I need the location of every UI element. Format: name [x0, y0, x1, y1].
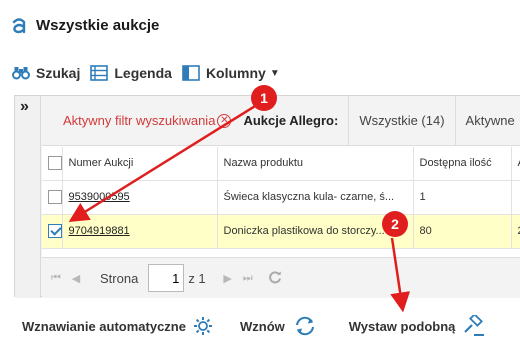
available-qty-cell: 1 — [413, 180, 512, 215]
last-page-icon[interactable]: ⏭ — [242, 272, 254, 285]
table-row-selected[interactable]: 9704919881 Doniczka plastikowa do storcz… — [42, 214, 520, 249]
row-checkbox-checked[interactable] — [48, 224, 61, 238]
auto-renew-label: Wznawianie automatyczne — [22, 318, 186, 334]
auctions-table: Numer Aukcji Nazwa produktu Dostępna ilo… — [42, 147, 520, 249]
filter-bar: Aktywny filtr wyszukiwania ✕ Aukcje Alle… — [42, 96, 520, 146]
title-bar: Wszystkie aukcje — [0, 0, 520, 50]
table-header-row: Numer Aukcji Nazwa produktu Dostępna ilo… — [42, 147, 520, 181]
auction-number-cell: 9704919881 — [62, 214, 218, 249]
list-similar-button[interactable]: Wystaw podobną — [349, 315, 486, 337]
column-header-name[interactable]: Nazwa produktu — [217, 147, 414, 181]
active-filter-indicator[interactable]: Aktywny filtr wyszukiwania ✕ — [63, 113, 232, 128]
search-button[interactable]: Szukaj — [12, 65, 80, 81]
refresh-icon[interactable] — [268, 270, 282, 287]
select-all-cell — [42, 147, 63, 181]
tab-active[interactable]: Aktywne — [454, 96, 520, 146]
legend-label: Legenda — [114, 65, 172, 81]
legend-button[interactable]: Legenda — [90, 65, 172, 81]
allegro-auctions-label: Aukcje Allegro: — [243, 113, 339, 128]
gear-refresh-icon — [193, 317, 212, 335]
list-icon — [90, 65, 109, 81]
extra-cell — [511, 180, 520, 215]
toolbar: Szukaj Legenda Kolumny ▼ — [12, 62, 290, 84]
clear-filter-icon[interactable]: ✕ — [217, 113, 232, 128]
prev-page-icon[interactable]: ◀ — [70, 272, 82, 285]
select-all-checkbox[interactable] — [48, 156, 61, 171]
allegro-logo-icon — [12, 18, 26, 34]
column-header-extra[interactable]: A — [511, 147, 520, 181]
active-filter-label: Aktywny filtr wyszukiwania — [63, 113, 216, 128]
refresh-icon-svg — [268, 270, 281, 283]
auctions-grid: » Aktywny filtr wyszukiwania ✕ Aukcje Al… — [14, 95, 520, 298]
table-row[interactable]: 9539000595 Świeca klasyczna kula- czarne… — [42, 180, 520, 215]
sync-icon — [295, 316, 314, 336]
product-name-cell: Doniczka plastikowa do storczy... — [217, 214, 414, 249]
column-header-number[interactable]: Numer Aukcji — [62, 147, 218, 181]
grid-main: Aktywny filtr wyszukiwania ✕ Aukcje Alle… — [42, 96, 520, 298]
page-label: Strona — [100, 270, 139, 286]
gavel-icon — [464, 315, 485, 336]
available-qty-cell: 80 — [413, 214, 512, 249]
auction-number-cell: 9539000595 — [62, 180, 218, 215]
row-select-cell — [42, 214, 63, 249]
binoculars-icon — [12, 67, 30, 80]
extra-cell: 2 — [511, 214, 520, 249]
page-number-input[interactable] — [148, 264, 185, 292]
search-label: Szukaj — [36, 65, 81, 81]
row-checkbox[interactable] — [48, 190, 61, 204]
chevron-down-icon: ▼ — [269, 67, 280, 79]
columns-dropdown[interactable]: Kolumny ▼ — [182, 65, 280, 81]
auction-number-link[interactable]: 9539000595 — [69, 191, 130, 203]
tab-all[interactable]: Wszystkie (14) — [348, 96, 454, 146]
sidebar-expand-toggle[interactable]: » — [15, 96, 41, 298]
product-name-cell: Świeca klasyczna kula- czarne, ś... — [217, 180, 414, 215]
auto-renew-button[interactable]: Wznawianie automatyczne — [22, 315, 214, 337]
list-similar-label: Wystaw podobną — [348, 318, 456, 334]
first-page-icon[interactable]: ⏮ — [50, 272, 62, 285]
actions-bar: Wznawianie automatyczne Wznów Wystaw pod… — [22, 312, 520, 340]
renew-label: Wznów — [239, 318, 285, 334]
auction-number-link[interactable]: 9704919881 — [69, 225, 130, 237]
page-of-label: z 1 — [188, 270, 206, 286]
double-chevron-right-icon: » — [20, 98, 29, 115]
columns-icon — [182, 65, 200, 81]
row-select-cell — [42, 180, 63, 215]
next-page-icon[interactable]: ▶ — [222, 272, 234, 285]
pagination-bar: ⏮ ◀ Strona z 1 ▶ ⏭ — [42, 257, 520, 298]
columns-label: Kolumny — [205, 65, 266, 81]
column-header-qty[interactable]: Dostępna ilość — [413, 147, 512, 181]
window-title: Wszystkie aukcje — [36, 16, 160, 34]
renew-button[interactable]: Wznów — [240, 315, 317, 337]
